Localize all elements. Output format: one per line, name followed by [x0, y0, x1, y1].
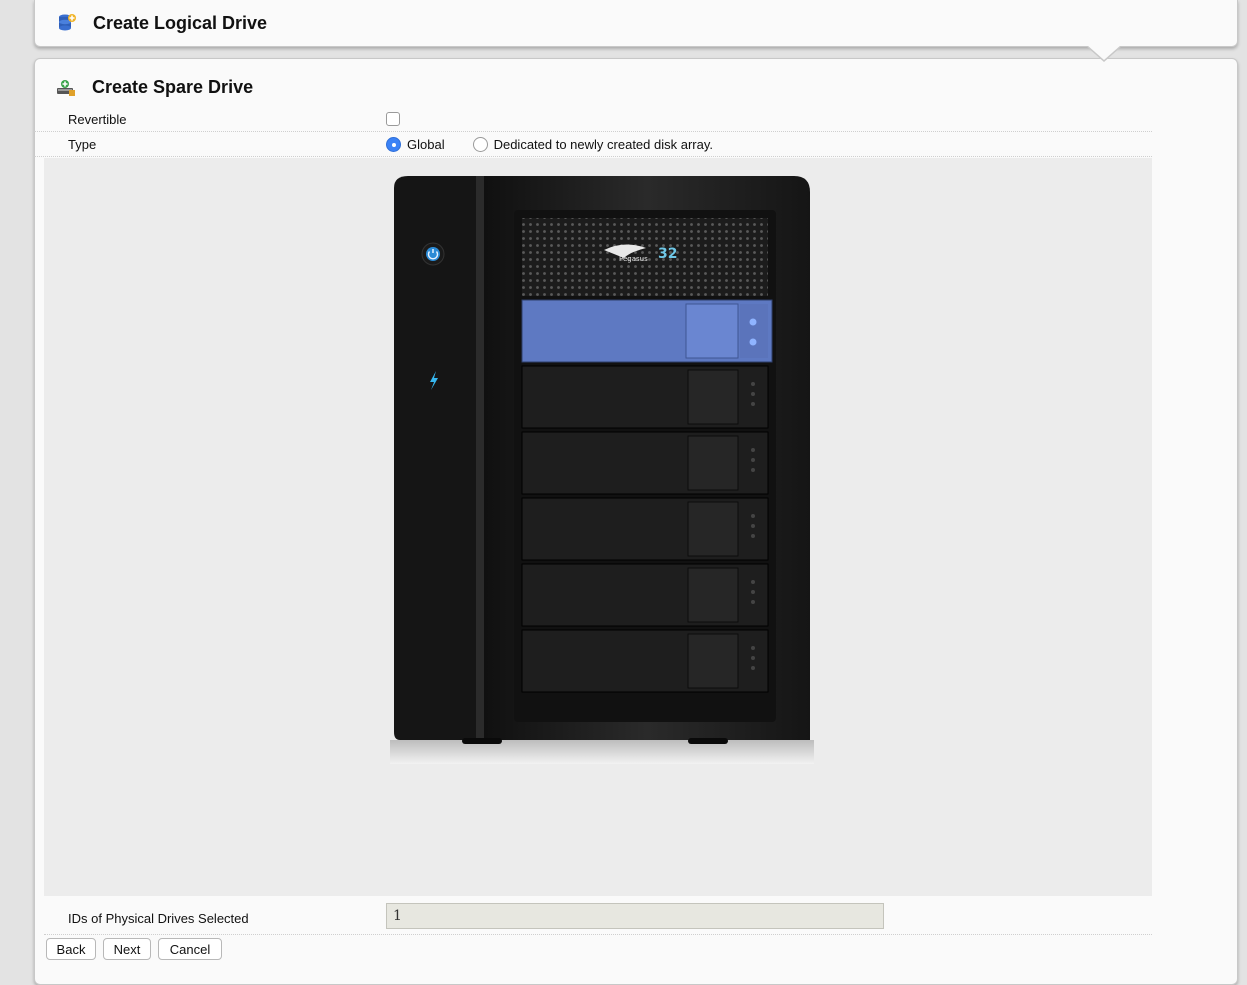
ids-input[interactable]: 1: [386, 903, 884, 929]
global-radio[interactable]: [386, 136, 401, 152]
drive-bay[interactable]: [521, 563, 769, 627]
back-button[interactable]: Back: [46, 938, 96, 960]
drive-bay[interactable]: [521, 365, 769, 429]
next-button[interactable]: Next: [103, 938, 151, 960]
drive-bay[interactable]: [521, 629, 769, 693]
enclosure-front-panel: Pegasus 32: [390, 176, 814, 764]
create-spare-drive-header: Create Spare Drive: [56, 73, 253, 101]
database-icon: [57, 13, 77, 33]
type-label: Type: [68, 136, 97, 152]
create-logical-drive-panel[interactable]: Create Logical Drive: [34, 0, 1238, 47]
panel-notch: [1086, 9, 1122, 25]
drive-bay[interactable]: [521, 431, 769, 495]
create-logical-drive-title: Create Logical Drive: [93, 12, 268, 33]
cancel-button[interactable]: Cancel: [158, 938, 222, 960]
dedicated-radio[interactable]: [472, 136, 488, 152]
create-spare-drive-title: Create Spare Drive: [92, 76, 254, 97]
drive-bay[interactable]: [521, 497, 769, 561]
ids-label: IDs of Physical Drives Selected: [68, 911, 249, 926]
enclosure-view: Pegasus 32: [44, 158, 1152, 896]
brand-text: Pegasus: [619, 255, 648, 263]
create-logical-drive-header[interactable]: Create Logical Drive: [57, 9, 267, 37]
type-row: Type Global Dedicated to newly created d…: [34, 132, 1152, 157]
brand-number: 32: [658, 246, 677, 262]
panel-notch-fill: [1087, 45, 1121, 60]
revertible-checkbox[interactable]: [386, 112, 400, 126]
global-radio-label[interactable]: Global: [407, 137, 445, 152]
physical-drives-ids-row: IDs of Physical Drives Selected 1: [44, 902, 1152, 935]
drive-bay[interactable]: [521, 299, 773, 363]
dedicated-radio-label[interactable]: Dedicated to newly created disk array.: [494, 137, 713, 152]
revertible-label: Revertible: [68, 111, 127, 127]
spare-drive-icon: [56, 77, 76, 97]
revertible-row: Revertible: [34, 107, 1152, 132]
